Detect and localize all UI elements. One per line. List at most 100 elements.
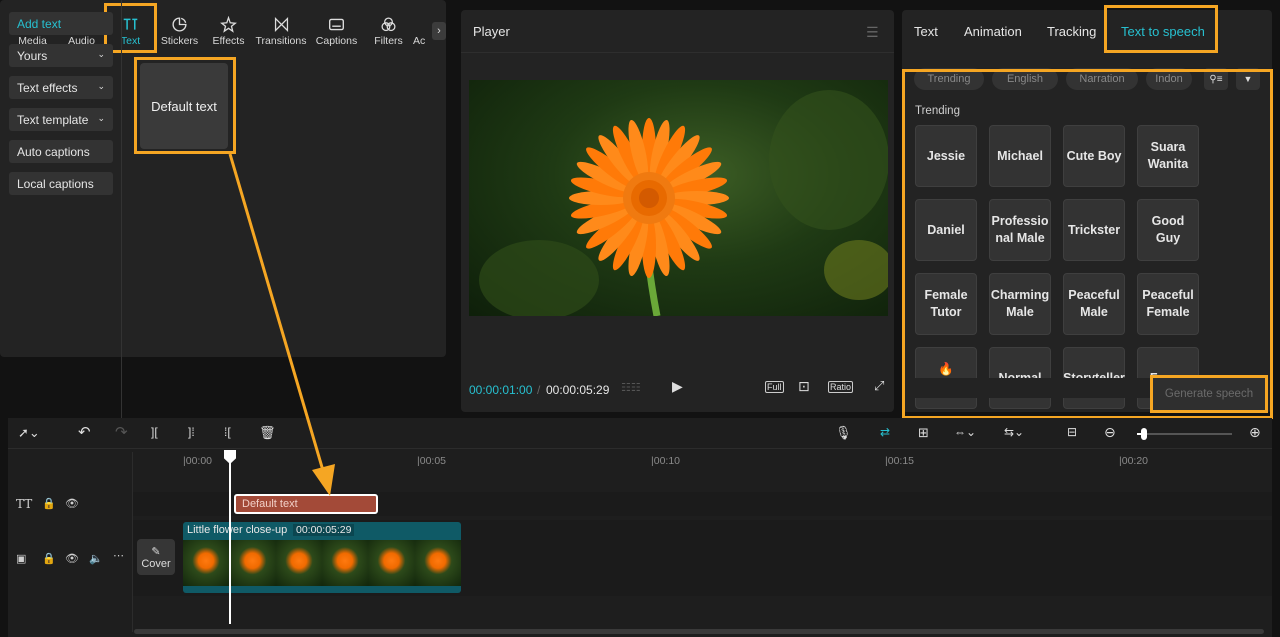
ruler-tick-label: |00:10 [651,455,681,467]
text-template-label: Text template [17,112,89,127]
total-timecode: 00:00:05:29 [546,383,610,397]
video-track-icon: ▣ [16,553,27,565]
undo-icon[interactable]: ↶ [78,423,91,441]
yours-label: Yours [17,48,48,63]
video-preview[interactable] [469,80,888,316]
tab-stickers-label: Stickers [160,34,199,47]
zoom-fit-icon[interactable]: ⊡ [798,378,810,395]
playhead[interactable] [229,452,231,624]
tab-adjust[interactable]: Ac [413,10,433,52]
video-thumbnail [368,540,415,586]
ruler-tick-label: |00:00 [183,455,213,467]
text-clip[interactable]: Default text [234,494,378,514]
video-thumbnail [321,540,369,586]
tab-captions[interactable]: Captions [309,10,364,52]
split-left-icon[interactable]: ]⁞ [188,425,195,439]
tab-filters[interactable]: Filters [364,10,413,52]
ratio-button[interactable]: Ratio [828,381,854,393]
tab-transitions-label: Transitions [255,34,307,47]
video-thumbnails [183,540,461,586]
caption-toggle-icon[interactable]: ⊟ [1067,425,1077,439]
snap-icon[interactable]: ⊞ [918,425,929,441]
ruler-tick-label: |00:05 [417,455,447,467]
fullscreen-icon[interactable]: ⤢ [874,378,884,394]
tab-filters-label: Filters [374,34,403,47]
captions-icon [329,18,344,30]
left-panel: Add text Yours ⌄ Text effects ⌄ Text templ… [0,0,446,637]
chevron-down-icon: ⌄ [97,81,105,91]
preview-axis-icon[interactable]: ⇆⌄ [1004,425,1024,439]
delete-icon[interactable]: 🗑 [259,425,276,441]
tab-effects[interactable]: Effects [204,10,253,52]
text-template-dropdown[interactable]: Text template ⌄ [9,108,113,131]
divider [461,52,894,53]
video-thumbnail [275,540,322,586]
video-thumbnail [183,540,230,586]
video-clip[interactable]: Little flower close-up 00:00:05:29 [183,522,461,593]
ruler-tick-label: |00:20 [1119,455,1149,467]
time-ruler[interactable]: |00:00 |00:05 |00:10 |00:15 |00:20 [183,452,1272,470]
chevron-down-icon: ⌄ [97,113,105,123]
timecode-separator: / [537,383,541,397]
tab-animation[interactable]: Animation [964,24,1022,39]
redo-icon[interactable]: ↷ [115,423,128,441]
add-text-button[interactable]: Add text [9,12,113,35]
lock-icon[interactable]: 🔒 [42,552,56,565]
play-icon[interactable]: ▶ [672,378,683,395]
tab-captions-label: Captions [315,34,358,47]
zoom-in-icon[interactable]: ⊕ [1249,424,1261,441]
more-tools-arrow-icon[interactable]: › [432,22,446,40]
video-thumbnail [229,540,276,586]
divider [132,452,133,632]
eye-icon[interactable]: 👁 [65,552,79,565]
yours-dropdown[interactable]: Yours ⌄ [9,44,113,67]
tab-text-properties[interactable]: Text [914,24,938,39]
magnet-icon[interactable]: ⇄ [880,425,890,439]
tab-adjust-label: Ac [413,34,426,47]
video-clip-name: Little flower close-up [187,524,288,536]
tts-tab-highlight [1104,5,1218,53]
effects-icon [220,15,237,33]
chevron-down-icon: ⌄ [97,49,105,59]
player-title: Player [473,24,510,39]
default-text-highlight [134,57,236,154]
lock-icon[interactable]: 🔒 [42,497,56,510]
timeline-scrollbar[interactable] [134,629,1264,634]
auto-captions-button[interactable]: Auto captions [9,140,113,163]
tab-transitions[interactable]: Transitions [253,10,309,52]
split-right-icon[interactable]: ⁞[ [224,425,231,439]
zoom-slider[interactable] [1137,428,1232,440]
tab-effects-label: Effects [212,34,245,47]
video-thumbnail [414,540,461,586]
eye-icon[interactable]: 👁 [65,497,79,510]
text-effects-label: Text effects [17,80,78,95]
menu-icon[interactable]: ☰ [866,24,880,41]
text-track-icon: TT [16,497,33,511]
tab-tracking[interactable]: Tracking [1047,24,1096,39]
current-timecode: 00:00:01:00 [469,383,533,397]
link-icon[interactable]: ⇔⌄ [954,425,976,439]
cover-button[interactable]: ✎ Cover [137,539,175,575]
microphone-icon[interactable]: 🎙 [835,425,852,441]
text-effects-dropdown[interactable]: Text effects ⌄ [9,76,113,99]
more-icon[interactable]: ⋯ [113,549,124,562]
video-clip-duration: 00:00:05:29 [293,524,355,536]
split-icon[interactable]: ][ [151,425,158,439]
player-panel: Player ☰ 00:00:01:00 / 00:00:05:29 ☷☷ ▶ … [461,10,894,412]
select-tool-icon[interactable]: ➚⌄ [18,425,40,441]
transitions-icon [274,16,288,32]
full-quality-button[interactable]: Full [765,381,784,393]
grid-icon[interactable]: ☷☷ [621,381,641,394]
edit-icon: ✎ [151,545,161,558]
filters-icon [381,16,396,31]
tab-stickers[interactable]: Stickers [155,10,204,52]
zoom-out-icon[interactable]: ⊖ [1104,424,1116,441]
flower-image [479,90,888,316]
divider [8,448,1272,449]
zoom-slider-handle[interactable] [1141,428,1147,440]
generate-speech-button[interactable]: Generate speech [1150,375,1268,413]
local-captions-button[interactable]: Local captions [9,172,113,195]
sticker-icon [172,16,187,32]
ruler-tick-label: |00:15 [885,455,915,467]
volume-icon[interactable]: 🔈 [89,552,103,565]
